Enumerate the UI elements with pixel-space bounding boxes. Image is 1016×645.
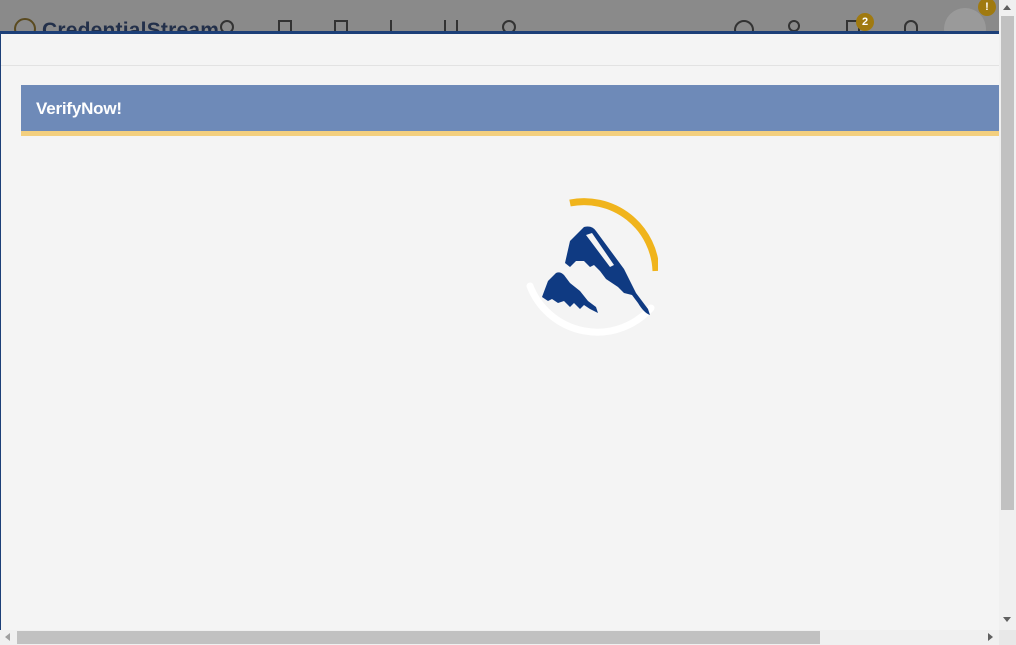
panel-title: VerifyNow! — [36, 99, 122, 118]
scroll-up-icon[interactable] — [1003, 5, 1011, 10]
verifynow-mountain-logo-icon — [542, 226, 650, 315]
vertical-scrollbar[interactable] — [999, 0, 1016, 630]
background-app-header: CredentialStream 2 ! — [0, 0, 1016, 34]
vertical-scroll-thumb[interactable] — [1001, 16, 1014, 510]
scroll-left-icon[interactable] — [5, 633, 10, 641]
verify-now-modal: VerifyNow! — [0, 31, 999, 633]
horizontal-scrollbar[interactable] — [0, 630, 1016, 645]
notification-count-badge: 2 — [856, 13, 874, 31]
horizontal-scroll-thumb[interactable] — [17, 631, 820, 644]
loading-spinner-icon — [526, 198, 658, 336]
modal-top-bar — [1, 34, 999, 66]
scrollbar-corner — [999, 630, 1016, 645]
scroll-down-icon[interactable] — [1003, 617, 1011, 622]
alert-badge: ! — [978, 0, 996, 16]
panel-header: VerifyNow! — [21, 85, 999, 136]
scroll-right-icon[interactable] — [988, 633, 993, 641]
